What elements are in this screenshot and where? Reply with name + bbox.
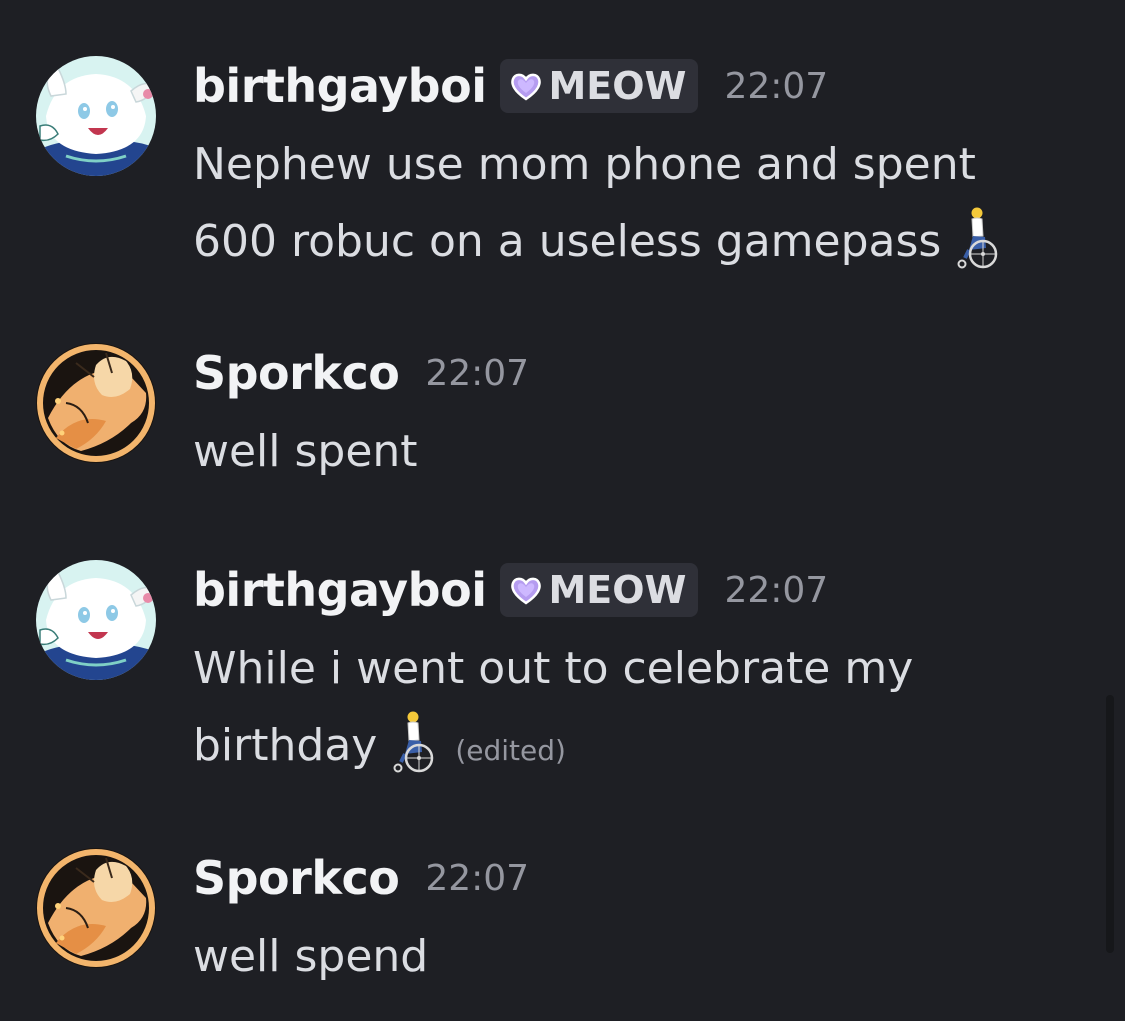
message-line: Nephew use mom phone and spent (193, 139, 976, 190)
message-content: Nephew use mom phone and spent 600 robuc… (193, 126, 1093, 280)
username[interactable]: Sporkco (193, 346, 400, 400)
person-in-wheelchair-icon (391, 710, 435, 774)
message-content: well spend (193, 918, 1093, 995)
edited-indicator: (edited) (455, 734, 566, 767)
guild-tag[interactable]: MEOW (500, 563, 699, 617)
message-content: well spent (193, 413, 1093, 490)
message-line: well spent (193, 426, 418, 477)
timestamp: 22:07 (425, 352, 530, 394)
timestamp: 22:07 (724, 569, 829, 611)
message-content: While i went out to celebrate my birthda… (193, 630, 1093, 789)
avatar-sporkco (36, 343, 156, 463)
avatar[interactable] (36, 56, 156, 176)
avatar[interactable] (36, 343, 156, 463)
purple-heart-icon (510, 575, 542, 605)
username[interactable]: birthgayboi (193, 59, 487, 113)
person-in-wheelchair-icon (955, 206, 999, 270)
chat-message-list: birthgayboi MEOW 22:07 Nephew use mom ph… (0, 0, 1125, 1021)
message-header: birthgayboi MEOW 22:07 (193, 56, 828, 116)
avatar-birthgayboi (36, 56, 156, 176)
username[interactable]: birthgayboi (193, 563, 487, 617)
timestamp: 22:07 (724, 65, 829, 107)
timestamp: 22:07 (425, 857, 530, 899)
message-line: birthday (193, 720, 378, 771)
avatar[interactable] (36, 848, 156, 968)
message-header: Sporkco 22:07 (193, 848, 529, 908)
avatar[interactable] (36, 560, 156, 680)
message-header: Sporkco 22:07 (193, 343, 529, 403)
purple-heart-icon (510, 71, 542, 101)
guild-tag-label: MEOW (548, 568, 687, 612)
avatar-sporkco (36, 848, 156, 968)
scrollbar[interactable] (1106, 695, 1114, 953)
message-line: 600 robuc on a useless gamepass (193, 216, 942, 267)
guild-tag-label: MEOW (548, 64, 687, 108)
message-line: well spend (193, 931, 429, 982)
guild-tag[interactable]: MEOW (500, 59, 699, 113)
message-line: While i went out to celebrate my (193, 643, 914, 694)
username[interactable]: Sporkco (193, 851, 400, 905)
avatar-birthgayboi (36, 560, 156, 680)
message-header: birthgayboi MEOW 22:07 (193, 560, 828, 620)
